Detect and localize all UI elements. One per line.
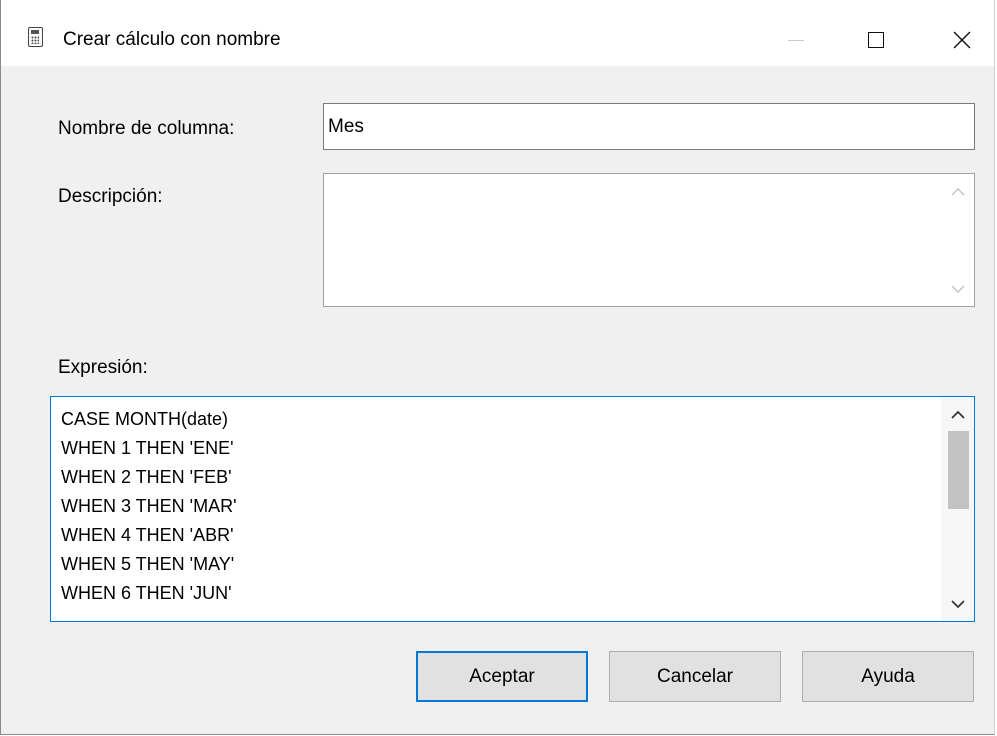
scroll-thumb[interactable] [948, 431, 969, 509]
expression-scrollbar[interactable] [941, 397, 974, 621]
minimize-icon [788, 39, 804, 41]
close-button[interactable] [935, 14, 989, 66]
cancel-button[interactable]: Cancelar [609, 651, 781, 702]
description-scrollbar[interactable] [941, 174, 974, 306]
maximize-icon [868, 32, 884, 48]
chevron-down-icon [950, 284, 965, 293]
close-icon [953, 31, 971, 49]
ok-button[interactable]: Aceptar [416, 651, 588, 702]
maximize-button[interactable] [849, 14, 903, 66]
expression-line: WHEN 5 THEN 'MAY' [61, 554, 235, 574]
chevron-down-icon [950, 599, 965, 608]
chevron-up-icon [950, 410, 965, 419]
calculator-icon [28, 27, 43, 47]
expression-line: WHEN 2 THEN 'FEB' [61, 467, 232, 487]
description-label: Descripción: [58, 186, 163, 207]
expression-line: WHEN 3 THEN 'MAR' [61, 496, 237, 516]
window-title: Crear cálculo con nombre [63, 29, 281, 50]
column-name-label: Nombre de columna: [58, 118, 235, 139]
expression-lines: CASE MONTH(date) WHEN 1 THEN 'ENE' WHEN … [61, 405, 237, 608]
description-textarea[interactable] [323, 173, 975, 307]
scroll-down-button[interactable] [941, 589, 974, 619]
expression-label: Expresión: [58, 357, 148, 378]
expression-line: WHEN 4 THEN 'ABR' [61, 525, 234, 545]
title-bar[interactable]: Crear cálculo con nombre [1, 0, 994, 66]
minimize-button[interactable] [769, 14, 823, 66]
dialog-window: Crear cálculo con nombre Nombre de colum… [0, 0, 995, 735]
column-name-input[interactable] [323, 103, 975, 150]
help-button[interactable]: Ayuda [802, 651, 974, 702]
expression-line: CASE MONTH(date) [61, 409, 229, 429]
scroll-up-button[interactable] [941, 399, 974, 429]
scroll-up-button[interactable] [941, 176, 974, 206]
expression-line: WHEN 6 THEN 'JUN' [61, 583, 232, 603]
expression-editor[interactable]: CASE MONTH(date) WHEN 1 THEN 'ENE' WHEN … [50, 396, 975, 622]
chevron-up-icon [950, 187, 965, 196]
scroll-down-button[interactable] [941, 274, 974, 304]
expression-line: WHEN 1 THEN 'ENE' [61, 438, 234, 458]
